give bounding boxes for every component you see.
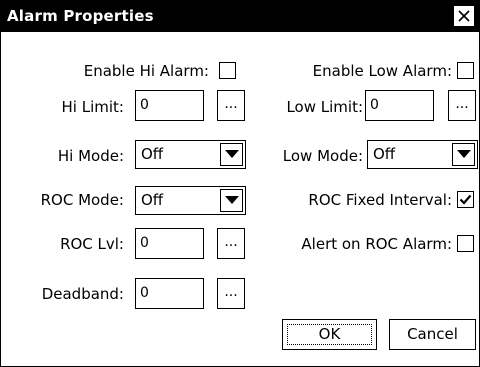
title-bar: Alarm Properties bbox=[1, 1, 479, 32]
low-mode-label: Low Mode: bbox=[282, 147, 363, 165]
hi-mode-value: Off bbox=[141, 145, 164, 163]
cancel-button[interactable]: Cancel bbox=[389, 319, 476, 350]
enable-low-alarm-checkbox[interactable] bbox=[457, 62, 474, 79]
roc-mode-value: Off bbox=[141, 191, 164, 209]
alarm-properties-dialog: Alarm Properties Enable Hi Alarm: Enable… bbox=[0, 0, 480, 367]
roc-fixed-interval-label: ROC Fixed Interval: bbox=[308, 191, 452, 209]
hi-mode-label: Hi Mode: bbox=[57, 147, 124, 165]
deadband-label: Deadband: bbox=[41, 285, 124, 303]
roc-lvl-input[interactable]: 0 bbox=[135, 228, 204, 259]
roc-lvl-browse-button[interactable]: ... bbox=[217, 228, 245, 259]
enable-hi-alarm-label: Enable Hi Alarm: bbox=[83, 62, 209, 80]
ok-button-label: OK bbox=[318, 325, 341, 343]
roc-mode-select[interactable]: Off bbox=[135, 186, 246, 215]
alert-on-roc-alarm-label: Alert on ROC Alarm: bbox=[301, 235, 452, 253]
chevron-down-icon bbox=[457, 150, 471, 158]
roc-mode-label: ROC Mode: bbox=[40, 191, 124, 209]
hi-limit-browse-button[interactable]: ... bbox=[217, 90, 245, 121]
roc-mode-dropdown-button[interactable] bbox=[220, 189, 243, 212]
low-limit-browse-button[interactable]: ... bbox=[448, 90, 476, 121]
low-mode-dropdown-button[interactable] bbox=[452, 143, 475, 166]
enable-hi-alarm-checkbox[interactable] bbox=[219, 62, 236, 79]
hi-mode-select[interactable]: Off bbox=[135, 140, 246, 169]
deadband-browse-button[interactable]: ... bbox=[217, 278, 245, 309]
hi-limit-input[interactable]: 0 bbox=[135, 90, 204, 121]
low-mode-value: Off bbox=[373, 145, 396, 163]
roc-lvl-label: ROC Lvl: bbox=[60, 235, 124, 253]
hi-limit-label: Hi Limit: bbox=[61, 98, 124, 116]
chevron-down-icon bbox=[225, 196, 239, 204]
dialog-title: Alarm Properties bbox=[7, 7, 154, 25]
low-limit-input[interactable]: 0 bbox=[365, 90, 434, 121]
deadband-input[interactable]: 0 bbox=[135, 278, 204, 309]
low-mode-select[interactable]: Off bbox=[367, 140, 478, 169]
enable-low-alarm-label: Enable Low Alarm: bbox=[312, 62, 452, 80]
chevron-down-icon bbox=[225, 150, 239, 158]
checkmark-icon bbox=[459, 194, 472, 205]
ok-button[interactable]: OK bbox=[282, 319, 377, 350]
roc-fixed-interval-checkbox[interactable] bbox=[457, 191, 474, 208]
close-button[interactable] bbox=[453, 5, 475, 27]
alert-on-roc-alarm-checkbox[interactable] bbox=[457, 235, 474, 252]
low-limit-label: Low Limit: bbox=[286, 98, 363, 116]
cancel-button-label: Cancel bbox=[407, 325, 458, 343]
close-icon bbox=[458, 10, 470, 22]
hi-mode-dropdown-button[interactable] bbox=[220, 143, 243, 166]
